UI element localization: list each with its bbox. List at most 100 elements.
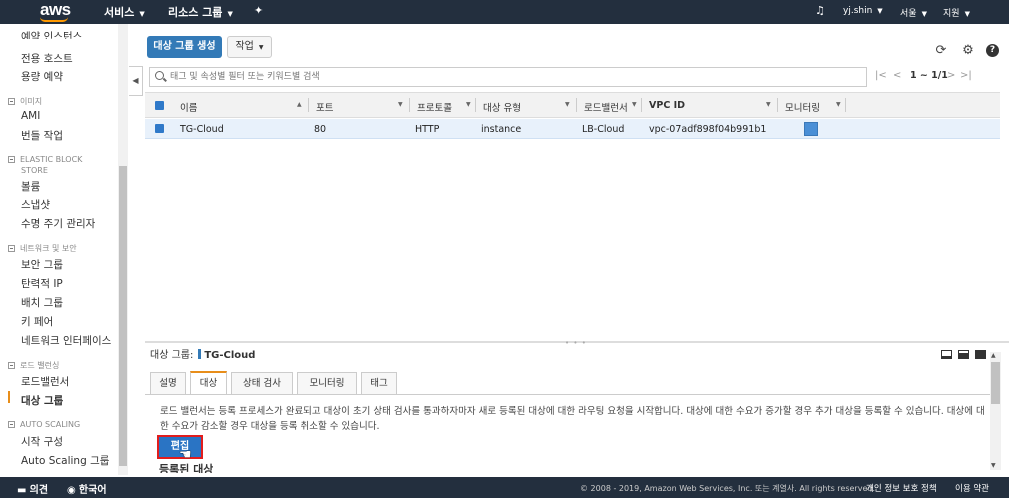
search-input[interactable]: 태그 및 속성별 필터 또는 키워드별 검색 bbox=[149, 67, 867, 87]
actions-button[interactable]: 작업 ▼ bbox=[227, 36, 272, 58]
sidebar-item-reserved-instances[interactable]: 예약 인스턴스 bbox=[21, 29, 82, 39]
sidebar-section-load-balancing[interactable]: 로드 밸런싱 bbox=[8, 360, 59, 371]
globe-icon: ◉ bbox=[67, 485, 76, 496]
column-header-load-balancer[interactable]: 로드밸런서 bbox=[584, 100, 628, 114]
detail-title-value: TG-Cloud bbox=[204, 350, 256, 361]
language-selector[interactable]: ◉ 한국어 bbox=[67, 481, 107, 496]
next-page-icon[interactable]: > bbox=[947, 70, 955, 81]
privacy-policy-link[interactable]: 개인 정보 보호 정책 bbox=[866, 482, 937, 494]
help-icon[interactable]: ? bbox=[986, 44, 999, 57]
services-menu[interactable]: 서비스 ▼ bbox=[104, 4, 145, 20]
sort-icon[interactable]: ▼ bbox=[466, 101, 471, 108]
sidebar-section-auto-scaling[interactable]: AUTO SCALING bbox=[8, 420, 80, 429]
column-header-protocol[interactable]: 프로토콜 bbox=[417, 100, 452, 114]
chevron-down-icon: ▼ bbox=[877, 7, 883, 15]
chevron-down-icon: ▼ bbox=[964, 10, 970, 18]
collapse-icon bbox=[8, 98, 15, 105]
pin-icon[interactable]: ✦ bbox=[254, 4, 263, 17]
sidebar-item-launch-configurations[interactable]: 시작 구성 bbox=[21, 434, 63, 449]
sidebar-item-load-balancers[interactable]: 로드밸런서 bbox=[21, 374, 69, 389]
region-menu[interactable]: 서울 ▼ bbox=[900, 6, 927, 19]
column-header-target-type[interactable]: 대상 유형 bbox=[483, 100, 521, 114]
row-checkbox[interactable] bbox=[155, 124, 164, 133]
sidebar-item-placement-groups[interactable]: 배치 그룹 bbox=[21, 295, 63, 310]
tab-tags[interactable]: 태그 bbox=[361, 372, 397, 394]
column-header-name[interactable]: 이름 bbox=[180, 100, 197, 114]
cell-port: 80 bbox=[314, 124, 327, 135]
column-header-port[interactable]: 포트 bbox=[316, 100, 333, 114]
sidebar-section-network-security[interactable]: 네트워크 및 보안 bbox=[8, 243, 77, 254]
sidebar-section-ebs-line2: STORE bbox=[21, 166, 48, 175]
terms-of-use-link[interactable]: 이용 약관 bbox=[955, 482, 989, 494]
detail-scrollbar[interactable]: ▲ ▼ bbox=[990, 352, 1001, 470]
create-target-group-button[interactable]: 대상 그룹 생성 bbox=[147, 36, 222, 58]
language-label: 한국어 bbox=[78, 485, 107, 496]
resource-groups-menu[interactable]: 리소스 그룹 ▼ bbox=[168, 4, 233, 20]
tab-description[interactable]: 설명 bbox=[150, 372, 186, 394]
sort-icon[interactable]: ▼ bbox=[398, 101, 403, 108]
sidebar-scrollbar[interactable] bbox=[118, 24, 128, 475]
sidebar-item-elastic-ips[interactable]: 탄력적 IP bbox=[21, 276, 63, 291]
monitoring-icon[interactable] bbox=[804, 122, 818, 136]
detail-scrollbar-thumb[interactable] bbox=[991, 362, 1000, 404]
sidebar-item-ami[interactable]: AMI bbox=[21, 110, 40, 122]
collapse-sidebar-button[interactable]: ◀ bbox=[129, 66, 143, 96]
cell-load-balancer: LB-Cloud bbox=[582, 124, 625, 135]
bell-icon[interactable]: ♫ bbox=[815, 4, 825, 17]
refresh-icon[interactable]: ⟳ bbox=[934, 44, 948, 58]
user-menu[interactable]: yj.shin ▼ bbox=[843, 6, 883, 16]
sidebar-item-target-groups[interactable]: 대상 그룹 bbox=[21, 393, 63, 408]
sidebar-section-label: 네트워크 및 보안 bbox=[20, 244, 77, 253]
region-name: 서울 bbox=[900, 9, 917, 19]
collapse-icon bbox=[8, 156, 15, 163]
sort-icon[interactable]: ▼ bbox=[632, 101, 637, 108]
scroll-up-icon[interactable]: ▲ bbox=[991, 352, 996, 359]
scroll-down-icon[interactable]: ▼ bbox=[991, 462, 996, 469]
column-divider bbox=[475, 98, 476, 112]
sort-icon[interactable]: ▼ bbox=[565, 101, 570, 108]
column-header-vpc-id[interactable]: VPC ID bbox=[649, 100, 685, 111]
maximize-pane-icon[interactable] bbox=[975, 350, 986, 359]
support-menu[interactable]: 지원 ▼ bbox=[943, 6, 970, 19]
table-row[interactable]: TG-Cloud 80 HTTP instance LB-Cloud vpc-0… bbox=[145, 119, 1000, 139]
last-page-icon[interactable]: >| bbox=[960, 70, 972, 81]
sidebar-item-lifecycle-manager[interactable]: 수명 주기 관리자 bbox=[21, 216, 95, 231]
collapse-icon bbox=[8, 245, 15, 252]
sidebar-scrollbar-thumb[interactable] bbox=[119, 166, 127, 466]
column-divider bbox=[641, 98, 642, 112]
tab-health-checks[interactable]: 상태 검사 bbox=[231, 372, 293, 394]
minimize-pane-icon[interactable] bbox=[941, 350, 952, 359]
sidebar-section-ebs[interactable]: ELASTIC BLOCK bbox=[8, 155, 82, 164]
sidebar-item-network-interfaces[interactable]: 네트워크 인터페이스 bbox=[21, 333, 111, 348]
drag-handle-icon[interactable]: • • • bbox=[565, 339, 587, 347]
sort-asc-icon[interactable]: ▲ bbox=[297, 101, 302, 108]
sidebar-item-security-groups[interactable]: 보안 그룹 bbox=[21, 257, 63, 272]
tab-targets[interactable]: 대상 bbox=[190, 371, 227, 394]
chevron-down-icon: ▼ bbox=[227, 10, 233, 18]
prev-page-icon[interactable]: < bbox=[893, 70, 901, 81]
sidebar-item-snapshots[interactable]: 스냅샷 bbox=[21, 197, 50, 212]
column-header-monitoring[interactable]: 모니터링 bbox=[785, 100, 820, 114]
sort-icon[interactable]: ▼ bbox=[836, 101, 841, 108]
support-label: 지원 bbox=[943, 9, 960, 19]
tab-monitoring[interactable]: 모니터링 bbox=[297, 372, 357, 394]
half-pane-icon[interactable] bbox=[958, 350, 969, 359]
sidebar-item-dedicated-hosts[interactable]: 전용 호스트 bbox=[21, 51, 73, 66]
sidebar-item-key-pairs[interactable]: 키 페어 bbox=[21, 314, 53, 329]
column-divider bbox=[845, 98, 846, 112]
sidebar-item-bundle-tasks[interactable]: 번들 작업 bbox=[21, 128, 63, 143]
sort-icon[interactable]: ▼ bbox=[766, 101, 771, 108]
feedback-link[interactable]: ▬ 의견 bbox=[17, 481, 48, 496]
sidebar-item-auto-scaling-groups[interactable]: Auto Scaling 그룹 bbox=[21, 453, 109, 468]
sidebar-item-volumes[interactable]: 볼륨 bbox=[21, 179, 40, 194]
chevron-down-icon: ▼ bbox=[139, 10, 145, 18]
search-placeholder: 태그 및 속성별 필터 또는 키워드별 검색 bbox=[170, 72, 320, 82]
aws-logo-smile bbox=[40, 17, 68, 22]
collapse-icon bbox=[8, 362, 15, 369]
sidebar-item-capacity-reservations[interactable]: 용량 예약 bbox=[21, 69, 63, 84]
sidebar-section-images[interactable]: 이미지 bbox=[8, 96, 42, 107]
select-all-checkbox[interactable] bbox=[155, 101, 164, 110]
services-menu-label: 서비스 bbox=[104, 6, 135, 19]
first-page-icon[interactable]: |< bbox=[875, 70, 887, 81]
gear-icon[interactable]: ⚙ bbox=[961, 44, 975, 58]
